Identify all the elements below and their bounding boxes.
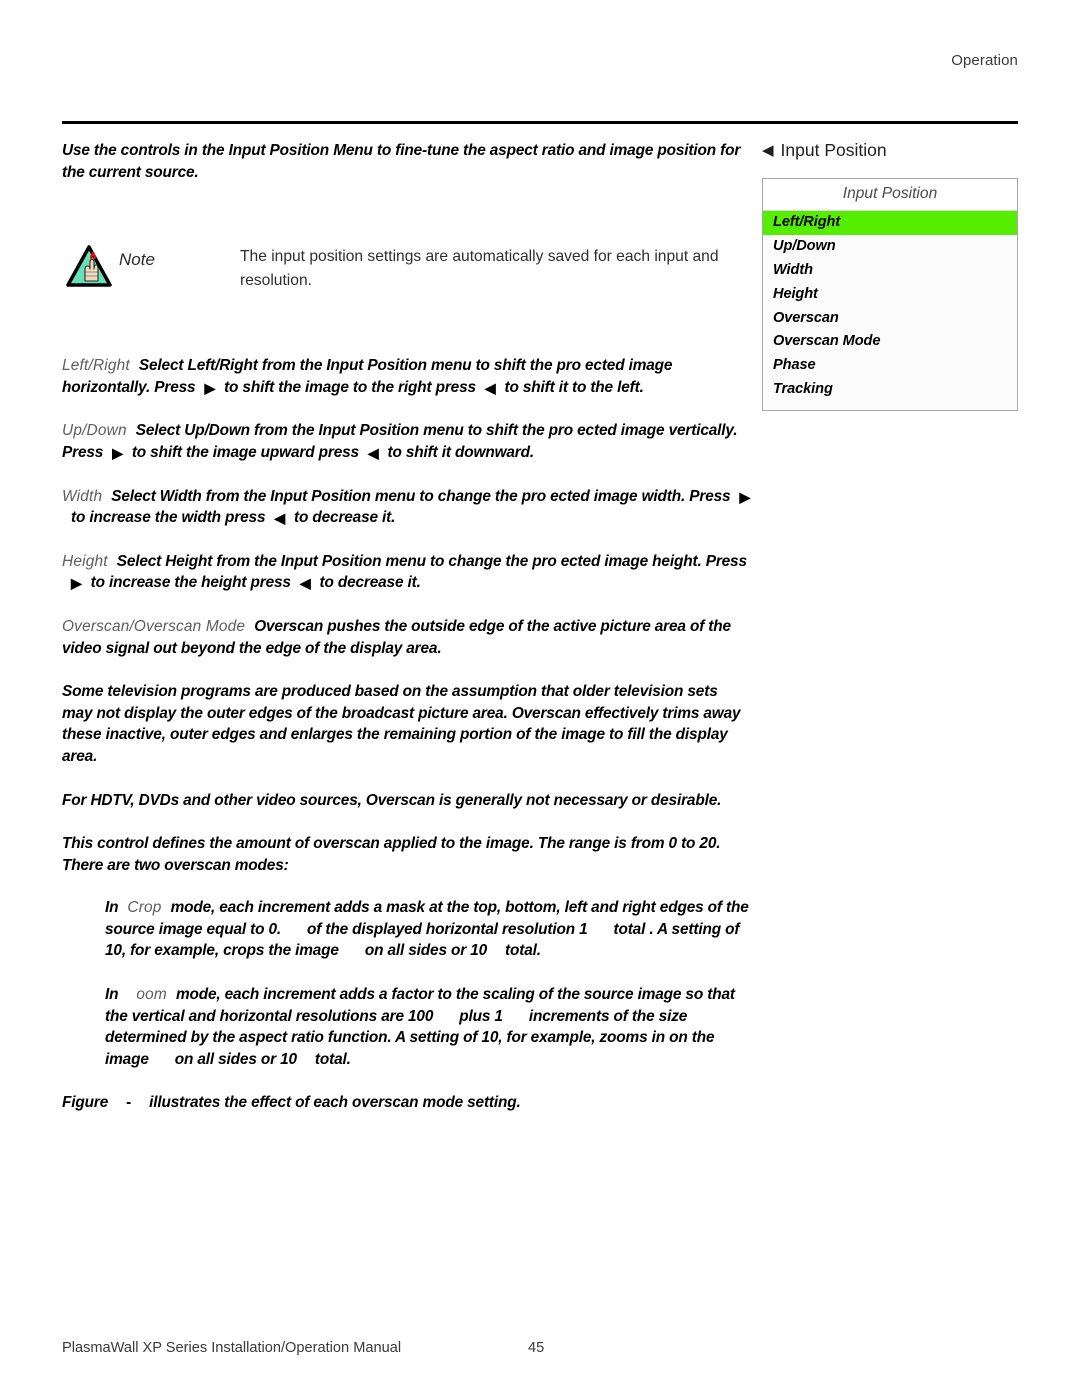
note-text: The input position settings are automati… xyxy=(240,248,719,290)
term-overscan: Overscan/Overscan Mode xyxy=(62,617,246,635)
paragraph-crop-mode: In Crop mode, each increment adds a mask a… xyxy=(105,897,753,962)
crop-mode-prefix: In xyxy=(105,899,119,917)
osd-menu-item-up-down[interactable]: Up/Down xyxy=(763,235,1017,259)
term-width: Width xyxy=(62,487,103,505)
paragraph-width-part1: Select Width from the Input Position men… xyxy=(111,487,731,505)
zoom-mode-part2: plus 1 xyxy=(459,1007,503,1025)
paragraph-up-down-part2: to shift the image upward press xyxy=(131,443,359,461)
term-up-down: Up/Down xyxy=(62,422,127,440)
paragraph-left-right: Left/Right Select Left/Right from the Inp… xyxy=(62,357,673,396)
figure-reference-text: illustrates the effect of each overscan … xyxy=(149,1094,521,1112)
paragraph-zoom-mode: In oom mode, each increment adds a factor … xyxy=(105,984,753,1070)
osd-menu-item-width[interactable]: Width xyxy=(763,259,1017,283)
paragraph-width-part2: to increase the width press xyxy=(71,509,266,527)
osd-menu-item-height[interactable]: Height xyxy=(763,282,1017,306)
paragraph-overscan-range: This control defines the amount of overs… xyxy=(62,835,721,874)
term-height: Height xyxy=(62,552,108,570)
term-crop: Crop xyxy=(127,899,162,917)
figure-reference-dash: - xyxy=(126,1094,132,1112)
note-label: Note xyxy=(119,250,155,270)
crop-mode-part5: total. xyxy=(505,942,541,960)
paragraph-up-down: Up/Down Select Up/Down from the Input Pos… xyxy=(62,422,738,461)
osd-heading-label: Input Position xyxy=(780,140,887,160)
osd-menu-item-overscan-mode[interactable]: Overscan Mode xyxy=(763,330,1017,354)
zoom-mode-prefix: In xyxy=(105,986,119,1004)
footer-page-number: 45 xyxy=(528,1340,545,1356)
paragraph-hdtv: For HDTV, DVDs and other video sources, … xyxy=(62,791,722,809)
osd-menu-panel[interactable]: Input Position Left/Right Up/Down Width … xyxy=(762,178,1018,412)
osd-heading: ◀ Input Position xyxy=(762,140,1020,161)
crop-mode-part4: on all sides or 10 xyxy=(364,942,488,960)
header-rule xyxy=(62,121,1018,124)
term-left-right: Left/Right xyxy=(62,357,130,375)
paragraph-overscan-explain: Some television programs are produced ba… xyxy=(62,683,741,765)
osd-panel-title: Input Position xyxy=(763,179,1017,211)
osd-menu-item-phase[interactable]: Phase xyxy=(763,354,1017,378)
crop-mode-part2: of the displayed horizontal resolution 1 xyxy=(307,920,588,938)
term-zoom: oom xyxy=(136,986,167,1004)
footer-manual-title: PlasmaWall XP Series Installation/Operat… xyxy=(62,1340,402,1356)
zoom-mode-part5: total. xyxy=(314,1050,351,1068)
paragraph-up-down-part3: to shift it downward. xyxy=(387,443,535,461)
osd-menu-item-left-right[interactable]: Left/Right xyxy=(763,211,1017,235)
paragraph-width-part3: to decrease it. xyxy=(294,509,396,527)
note-triangle-hand-icon xyxy=(66,245,112,287)
left-arrow-icon: ◀ xyxy=(762,142,774,159)
paragraph-height-part2: to increase the height press xyxy=(90,574,291,592)
paragraph-height: Height Select Height from the Input Posit… xyxy=(62,552,747,592)
osd-menu-item-overscan[interactable]: Overscan xyxy=(763,306,1017,330)
paragraph-left-right-part2: to shift the image to the right press xyxy=(224,378,476,396)
paragraph-left-right-part3: to shift it to the left. xyxy=(504,378,644,396)
zoom-mode-part4: on all sides or 10 xyxy=(174,1050,297,1068)
osd-menu-item-tracking[interactable]: Tracking xyxy=(763,377,1017,401)
figure-reference: Figure - illustrates the effect of each ov… xyxy=(62,1092,752,1114)
running-header-section: Operation xyxy=(951,52,1018,69)
osd-illustration-column: ◀ Input Position Input Position Left/Righ… xyxy=(762,140,1020,412)
paragraph-height-part1: Select Height from the Input Position me… xyxy=(116,552,747,570)
main-text-column: Use the controls in the Input Position M… xyxy=(62,140,752,1136)
paragraph-width: Width Select Width from the Input Positio… xyxy=(62,487,751,527)
paragraph-height-part3: to decrease it. xyxy=(319,574,421,592)
intro-paragraph: Use the controls in the Input Position M… xyxy=(62,142,741,181)
paragraph-overscan: Overscan/Overscan Mode Overscan pushes th… xyxy=(62,616,752,659)
note-callout: Note The input position settings are aut… xyxy=(62,245,752,303)
figure-reference-prefix: Figure xyxy=(62,1094,109,1112)
